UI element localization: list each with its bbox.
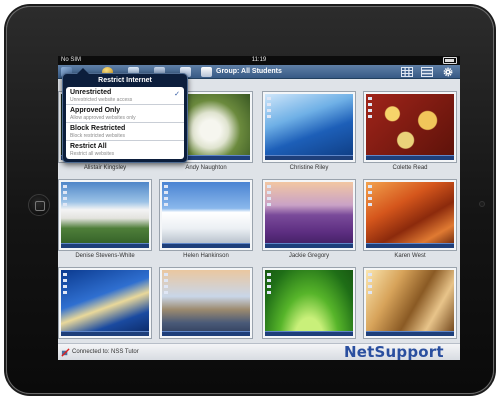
student-tile[interactable]: Karen West [364,180,456,259]
student-screen-thumbnail[interactable] [263,92,355,162]
student-screen-thumbnail[interactable] [364,92,456,162]
student-tile[interactable] [59,268,151,341]
student-name: Colette Read [392,165,428,171]
student-screen-thumbnail[interactable] [364,268,456,338]
student-screen-thumbnail[interactable] [263,268,355,338]
option-unrestricted[interactable]: Unrestricted Unrestricted website access… [66,87,184,105]
student-name: Jackie Gregory [288,253,330,259]
student-tile[interactable] [263,268,355,341]
student-name: Alistair Kingsley [83,165,127,171]
option-label: Unrestricted [70,89,112,96]
restrict-internet-popover: Restrict Internet Unrestricted Unrestric… [62,68,188,163]
student-name: Helen Hankinson [183,253,229,259]
option-label: Approved Only [70,107,121,114]
student-tile[interactable]: Colette Read [364,92,456,171]
home-button[interactable] [28,194,50,216]
student-tile[interactable]: Christine Riley [263,92,355,171]
restriction-options-list: Unrestricted Unrestricted website access… [66,87,184,159]
student-screen-thumbnail[interactable] [263,180,355,250]
student-tile[interactable]: Jackie Gregory [263,180,355,259]
app-screen: No SIM 11:19 Group: All Students Alistai… [58,56,460,360]
thumbnail-view-icon[interactable] [401,67,413,77]
student-screen-thumbnail[interactable] [364,180,456,250]
option-restrict-all[interactable]: Restrict All Restrict all websites [66,141,184,159]
front-camera [479,201,485,207]
settings-gear-icon[interactable] [442,67,454,77]
option-description: Block restricted websites [70,133,126,139]
student-name: Denise Stevens-White [75,253,135,259]
popover-arrow [77,68,89,74]
student-name: Andy Naughton [185,165,227,171]
option-description: Unrestricted website access [70,97,133,103]
group-label[interactable]: Group: All Students [216,65,282,79]
option-description: Restrict all websites [70,151,115,157]
connection-status: Connected to: NSS Tutor [72,349,139,355]
battery-icon [443,57,457,64]
student-tile[interactable]: Denise Stevens-White [59,180,151,259]
student-name: Christine Riley [289,165,329,171]
popover-title: Restrict Internet [98,77,152,84]
ipad-frame: No SIM 11:19 Group: All Students Alistai… [6,6,494,394]
student-name: Karen West [394,253,426,259]
status-bar: No SIM 11:19 [58,56,460,65]
clock: 11:19 [251,57,267,63]
option-approved-only[interactable]: Approved Only Allow approved websites on… [66,105,184,123]
bottom-status-bar: Connected to: NSS Tutor NetSupport [58,343,460,360]
print-icon[interactable] [201,67,212,77]
option-description: Allow approved websites only [70,115,136,121]
student-tile[interactable] [160,268,252,341]
student-tile[interactable]: Helen Hankinson [160,180,252,259]
option-label: Block Restricted [70,125,126,132]
student-screen-thumbnail[interactable] [160,268,252,338]
list-view-icon[interactable] [421,67,433,77]
student-screen-thumbnail[interactable] [160,180,252,250]
option-block-restricted[interactable]: Block Restricted Block restricted websit… [66,123,184,141]
checkmark-icon: ✓ [174,91,180,98]
connection-icon [61,348,70,357]
student-screen-thumbnail[interactable] [59,180,151,250]
netsupport-logo: NetSupport [344,343,444,361]
student-tile[interactable] [364,268,456,341]
option-label: Restrict All [70,143,107,150]
student-screen-thumbnail[interactable] [59,268,151,338]
